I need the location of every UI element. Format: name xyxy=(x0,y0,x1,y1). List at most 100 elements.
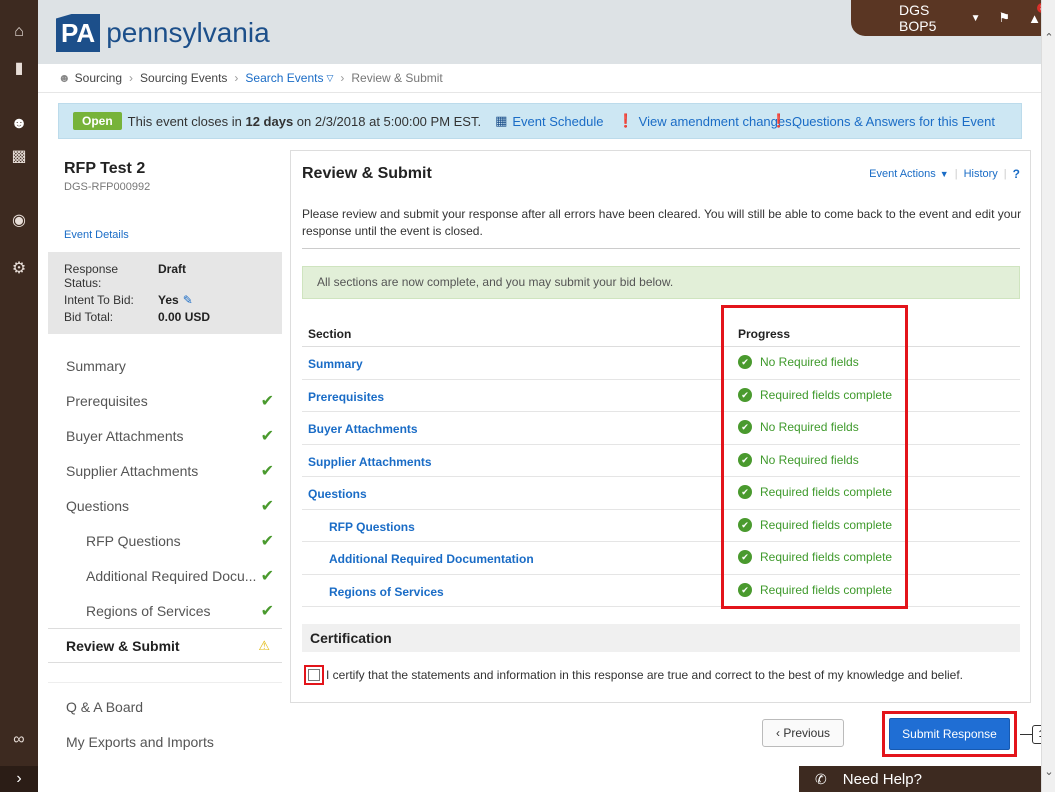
event-details-link[interactable]: Event Details xyxy=(64,229,266,241)
section-link-questions[interactable]: Questions xyxy=(308,487,367,501)
certification-row: I certify that the statements and inform… xyxy=(302,663,1020,687)
section-progress-table: Section Progress Summary ✔ No Required fi… xyxy=(302,317,1020,607)
section-link-rfp-questions[interactable]: RFP Questions xyxy=(329,520,415,534)
review-submit-panel: Review & Submit Event Actions ▼ | Histor… xyxy=(290,150,1031,732)
need-help-label: Need Help? xyxy=(842,770,922,788)
check-circle-icon: ✔ xyxy=(738,550,752,564)
section-link-supplier-attachments[interactable]: Supplier Attachments xyxy=(308,455,432,469)
divider: | xyxy=(954,168,958,180)
divider xyxy=(302,248,1020,249)
info-icon: ❗ xyxy=(770,113,787,128)
event-schedule-link[interactable]: ▦ Event Schedule xyxy=(495,113,603,129)
check-circle-icon: ✔ xyxy=(738,387,752,402)
nav-label: Supplier Attachments xyxy=(66,462,199,479)
history-link[interactable]: History xyxy=(964,168,998,180)
amendment-link[interactable]: ❗ View amendment changes. xyxy=(617,113,795,129)
nav-item-exports-imports[interactable]: My Exports and Imports xyxy=(48,724,282,759)
check-circle-icon: ✔ xyxy=(738,452,752,467)
scroll-down-icon[interactable]: ⌄ xyxy=(1042,764,1055,780)
progress-status: ✔ Required fields complete xyxy=(738,387,893,402)
progress-text: Required fields complete xyxy=(760,387,893,402)
section-link-prerequisites[interactable]: Prerequisites xyxy=(308,390,384,404)
bid-value: 0.00 USD xyxy=(158,310,211,324)
scroll-up-icon[interactable]: ⌃ xyxy=(1042,30,1055,46)
progress-status: ✔ Required fields complete xyxy=(738,550,892,564)
lock-icon[interactable]: ◉ xyxy=(0,202,38,238)
section-link-additional-documentation[interactable]: Additional Required Documentation xyxy=(329,552,534,566)
event-summary: RFP Test 2 DGS-RFP000992 Event Details xyxy=(48,150,282,252)
chevron-right-icon: › xyxy=(234,71,239,85)
chevron-right-icon: › xyxy=(129,71,134,85)
nav-label: Additional Required Docu... xyxy=(86,567,257,584)
binoculars-icon[interactable]: ∞ xyxy=(0,722,38,758)
nav-item-regions-of-services[interactable]: Regions of Services ✔ xyxy=(48,593,282,628)
table-row: RFP Questions ✔ Required fields complete xyxy=(302,510,1020,542)
help-icon[interactable]: ? xyxy=(1013,167,1020,181)
header: PA pennsylvania DGS BOP5 ▼ ⚑ ▲8 xyxy=(38,0,1049,64)
vertical-scrollbar[interactable]: ⌃ ⌄ xyxy=(1041,0,1055,792)
progress-status: ✔ Required fields complete xyxy=(738,517,892,532)
breadcrumb-sourcing-events[interactable]: Sourcing Events xyxy=(140,71,227,85)
success-message: All sections are now complete, and you m… xyxy=(302,266,1020,299)
nav-label: Review & Submit xyxy=(66,637,180,654)
section-link-buyer-attachments[interactable]: Buyer Attachments xyxy=(308,422,418,436)
column-header-progress: Progress xyxy=(738,327,791,341)
nav-label: Regions of Services xyxy=(86,602,211,619)
event-notice: Open This event closes in 12 days on 2/3… xyxy=(58,103,1022,139)
pencil-icon[interactable]: ✎ xyxy=(183,293,193,307)
caret-down-icon[interactable]: ▼ xyxy=(940,169,949,179)
sourcing-icon: ☻ xyxy=(58,71,71,85)
bell-icon[interactable]: ▲8 xyxy=(1028,2,1049,26)
check-icon: ✔ xyxy=(260,427,274,445)
certification-text: I certify that the statements and inform… xyxy=(326,668,964,682)
home-icon[interactable]: ⌂ xyxy=(0,14,38,50)
nav-item-rfp-questions[interactable]: RFP Questions ✔ xyxy=(48,523,282,558)
table-row: Additional Required Documentation ✔ Requi… xyxy=(302,542,1020,575)
progress-text: No Required fields xyxy=(760,452,859,467)
event-schedule-label: Event Schedule xyxy=(512,113,604,129)
chevron-right-icon: › xyxy=(340,71,345,85)
nav-item-review-submit[interactable]: Review & Submit ⚠ xyxy=(48,628,282,663)
submit-response-button[interactable]: Submit Response xyxy=(889,718,1010,750)
nav-item-qa-board[interactable]: Q & A Board xyxy=(48,689,282,724)
table-row: Questions ✔ Required fields complete xyxy=(302,477,1020,510)
certification-checkbox[interactable] xyxy=(308,669,320,681)
breadcrumb-search-events[interactable]: Search Events xyxy=(245,71,323,85)
certification-highlight-box xyxy=(304,665,324,685)
action-footer: ‹ Previous Submit Response xyxy=(290,702,1031,764)
nav-item-supplier-attachments[interactable]: Supplier Attachments ✔ xyxy=(48,453,282,488)
nav-item-prerequisites[interactable]: Prerequisites ✔ xyxy=(48,383,282,418)
event-actions-menu[interactable]: Event Actions xyxy=(869,168,936,180)
check-icon: ✔ xyxy=(260,602,274,620)
breadcrumb-sourcing[interactable]: Sourcing xyxy=(75,71,122,85)
flag-icon[interactable]: ⚑ xyxy=(998,10,1010,26)
pennsylvania-logo[interactable]: PA pennsylvania xyxy=(56,14,270,52)
gear-icon[interactable]: ⚙ xyxy=(0,250,38,286)
sourcing-icon[interactable]: ☻ xyxy=(0,106,38,142)
qa-event-link[interactable]: ❗ Questions & Answers for this Event xyxy=(771,113,995,129)
progress-text: Required fields complete xyxy=(760,485,893,499)
progress-status: ✔ Required fields complete xyxy=(738,582,892,597)
nav-item-buyer-attachments[interactable]: Buyer Attachments ✔ xyxy=(48,418,282,453)
previous-button[interactable]: ‹ Previous xyxy=(762,719,844,747)
expand-chevron-icon[interactable]: › xyxy=(0,766,38,792)
nav-item-summary[interactable]: Summary xyxy=(48,348,282,383)
reports-icon[interactable]: ▩ xyxy=(0,138,38,174)
calendar-icon: ▦ xyxy=(495,113,508,128)
panel-actions: Event Actions ▼ | History | ? xyxy=(869,167,1020,181)
section-nav: Summary Prerequisites ✔ Buyer Attachments… xyxy=(48,348,282,759)
section-link-regions-of-services[interactable]: Regions of Services xyxy=(329,585,444,599)
nav-item-additional-documentation[interactable]: Additional Required Docu... ✔ xyxy=(48,558,282,593)
user-bar: DGS BOP5 ▼ ⚑ ▲8 xyxy=(851,0,1049,36)
check-circle-icon: ✔ xyxy=(738,582,752,597)
caret-down-icon[interactable]: ▼ xyxy=(971,13,981,24)
nav-item-questions[interactable]: Questions ✔ xyxy=(48,488,282,523)
notice-days: 12 days xyxy=(245,113,294,129)
user-menu[interactable]: DGS BOP5 xyxy=(899,2,966,34)
nav-divider xyxy=(48,663,282,683)
caret-down-icon[interactable]: ▽ xyxy=(326,73,333,84)
need-help-bar[interactable]: ✆ Need Help? xyxy=(799,766,1041,792)
check-icon: ✔ xyxy=(260,497,274,515)
documents-icon[interactable]: ▮ xyxy=(0,50,38,86)
section-link-summary[interactable]: Summary xyxy=(308,357,363,371)
